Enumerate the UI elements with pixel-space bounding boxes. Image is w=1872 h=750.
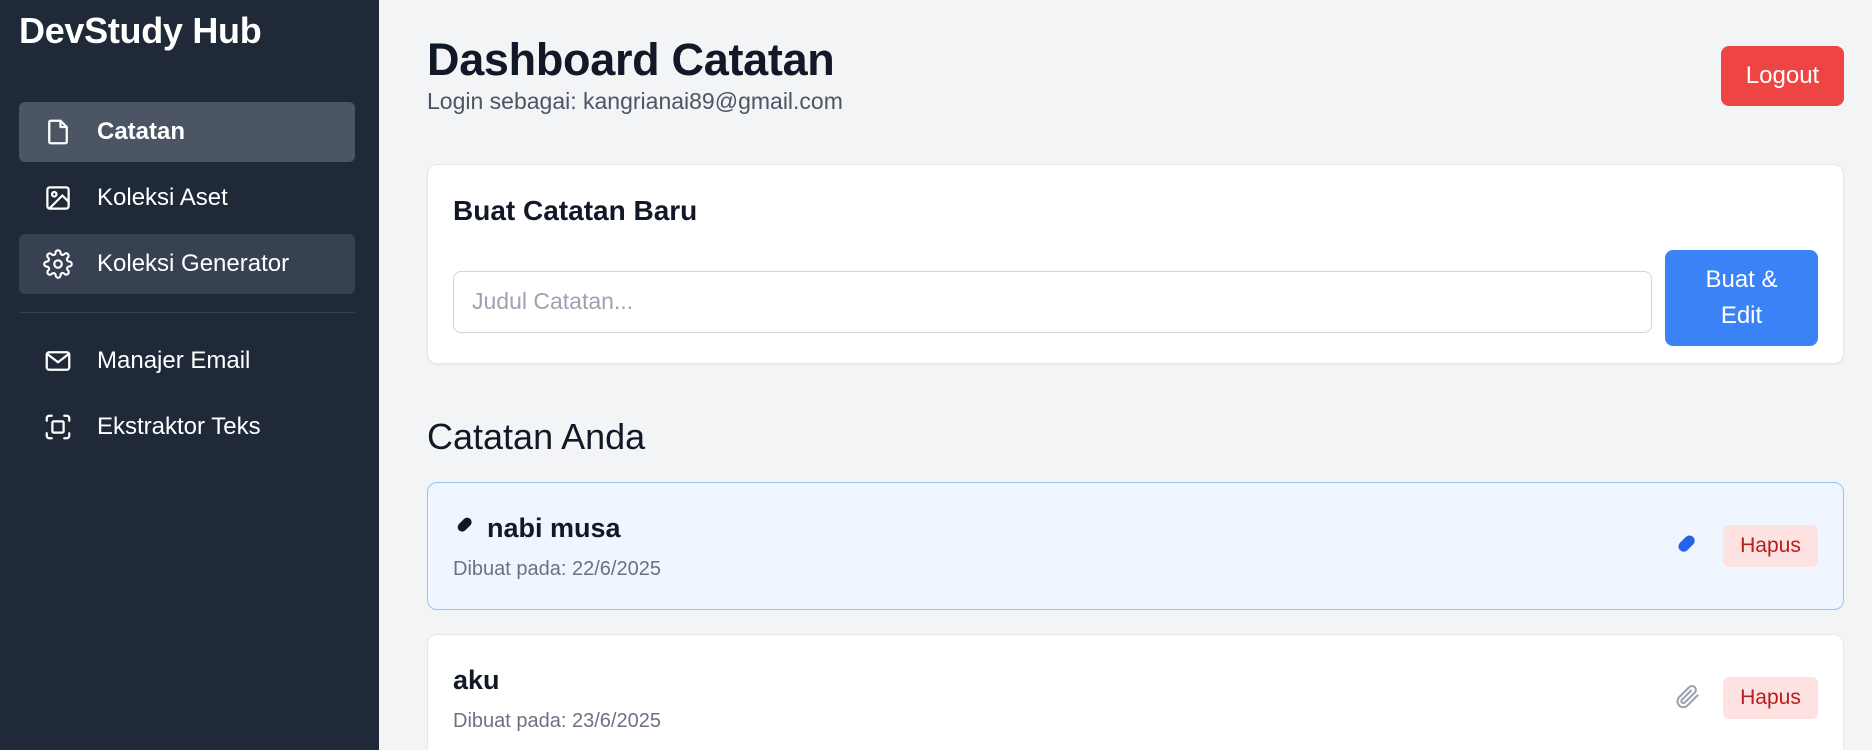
- note-date: Dibuat pada: 22/6/2025: [453, 558, 661, 580]
- sidebar-item-label: Manajer Email: [97, 347, 251, 374]
- new-note-heading: Buat Catatan Baru: [453, 195, 698, 226]
- note-title-text: nabi musa: [487, 513, 621, 543]
- sidebar-item-label: Koleksi Aset: [97, 184, 228, 211]
- pinned-toggle-icon[interactable]: [1673, 530, 1701, 563]
- note-date: Dibuat pada: 23/6/2025: [453, 710, 661, 732]
- scan-icon: [43, 412, 73, 442]
- note-title: nabi musa: [453, 513, 661, 544]
- sidebar-nav: Catatan Koleksi Aset Koleksi Generator M…: [19, 102, 355, 463]
- sidebar-item-ekstraktor-teks[interactable]: Ekstraktor Teks: [19, 397, 355, 457]
- sidebar-item-manajer-email[interactable]: Manajer Email: [19, 331, 355, 391]
- page-title: Dashboard Catatan: [427, 34, 835, 85]
- note-actions: Hapus: [1673, 525, 1818, 567]
- note-item[interactable]: aku Dibuat pada: 23/6/2025 Hapus: [427, 634, 1844, 750]
- page-header: Dashboard Catatan Login sebagai: kangria…: [427, 0, 1844, 115]
- main-content: Dashboard Catatan Login sebagai: kangria…: [379, 0, 1872, 750]
- new-note-row: Judul Catatan... Buat & Edit: [453, 250, 1818, 346]
- logout-button[interactable]: Logout: [1721, 46, 1844, 106]
- sidebar-item-koleksi-generator[interactable]: Koleksi Generator: [19, 234, 355, 294]
- sidebar-item-label: Catatan: [97, 118, 186, 145]
- image-icon: [43, 183, 73, 213]
- gear-icon: [43, 249, 73, 279]
- paperclip-icon[interactable]: [1673, 682, 1701, 715]
- delete-button[interactable]: Hapus: [1723, 525, 1818, 567]
- sidebar-item-label: Koleksi Generator: [97, 250, 290, 277]
- sidebar: DevStudy Hub Catatan Koleksi Aset Koleks…: [0, 0, 379, 750]
- file-icon: [43, 117, 73, 147]
- header-text: Dashboard Catatan Login sebagai: kangria…: [427, 32, 843, 115]
- delete-button[interactable]: Hapus: [1723, 677, 1818, 719]
- app-brand: DevStudy Hub: [19, 10, 262, 51]
- create-edit-label-2: Edit: [1720, 302, 1763, 329]
- note-title-input[interactable]: Judul Catatan...: [453, 270, 1652, 333]
- login-info: Login sebagai: kangrianai89@gmail.com: [427, 88, 843, 114]
- create-edit-button[interactable]: Buat & Edit: [1665, 250, 1818, 346]
- note-actions: Hapus: [1673, 677, 1818, 719]
- new-note-card: Buat Catatan Baru Judul Catatan... Buat …: [427, 164, 1844, 364]
- sidebar-item-catatan[interactable]: Catatan: [19, 102, 355, 162]
- sidebar-item-koleksi-aset[interactable]: Koleksi Aset: [19, 168, 355, 228]
- note-info: nabi musa Dibuat pada: 22/6/2025: [453, 513, 661, 581]
- note-info: aku Dibuat pada: 23/6/2025: [453, 665, 661, 733]
- sidebar-divider: [19, 312, 355, 313]
- note-item[interactable]: nabi musa Dibuat pada: 22/6/2025 Hapus: [427, 482, 1844, 610]
- sidebar-item-label: Ekstraktor Teks: [97, 413, 261, 440]
- mail-icon: [43, 346, 73, 376]
- create-edit-label-1: Buat &: [1705, 266, 1778, 293]
- note-title: aku: [453, 665, 661, 696]
- notes-section-title: Catatan Anda: [427, 416, 646, 457]
- pin-icon: [453, 513, 477, 544]
- note-title-text: aku: [453, 665, 500, 695]
